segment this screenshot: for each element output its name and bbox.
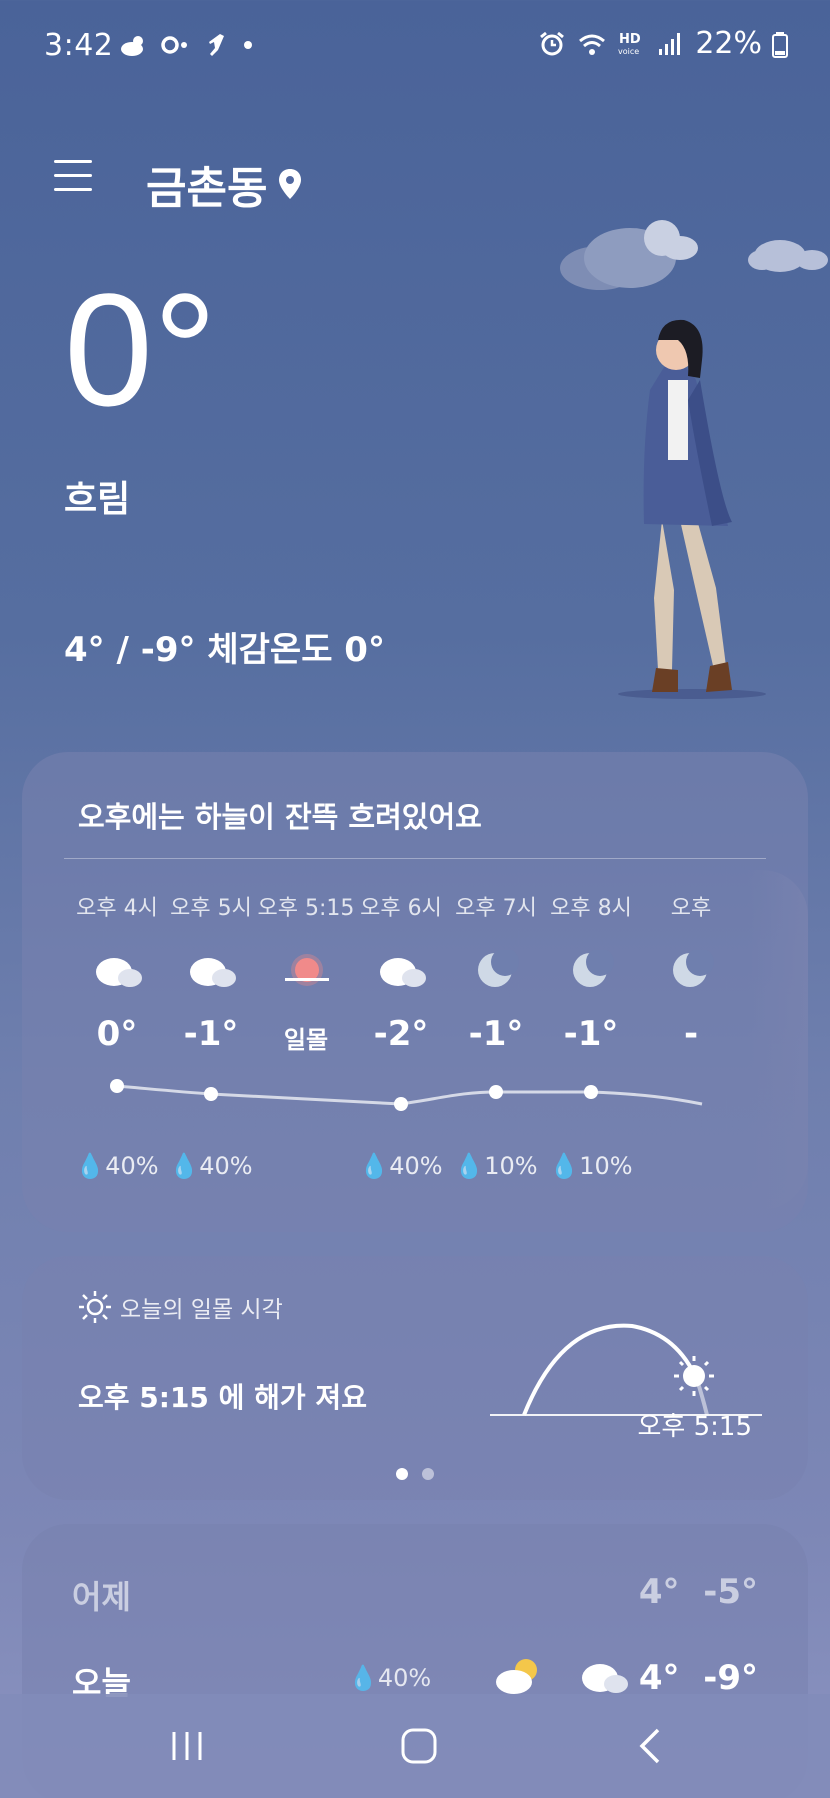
hour-label: 오후 — [670, 896, 712, 921]
alarm-icon — [540, 31, 565, 55]
weather-notification-icon — [121, 36, 143, 56]
hour-temp: -2° — [373, 1014, 429, 1054]
battery-icon — [772, 31, 788, 58]
status-bar: 3:42 HD voice 22% — [0, 0, 830, 90]
hour-temp: - — [683, 1014, 699, 1054]
cloud-icon — [96, 958, 142, 987]
moon-icon — [673, 950, 714, 987]
hour-item: 오후 8시 -1° 💧10% — [536, 870, 646, 1230]
current-condition: 흐림 — [64, 479, 131, 520]
day-temps: 4° -9° — [638, 1658, 758, 1698]
moon-icon — [573, 950, 614, 987]
page-dot-active[interactable] — [396, 1468, 408, 1480]
divider — [64, 858, 766, 859]
page-dot[interactable] — [422, 1468, 434, 1480]
system-icons: HD voice 22% — [537, 26, 788, 61]
hour-rain: 💧10% — [454, 1152, 538, 1180]
runner-notification-icon — [209, 34, 224, 56]
sunset-card[interactable]: 오늘의 일몰 시각 오후 5:15 에 해가 져요 오후 5:15 — [22, 1256, 808, 1500]
more-notifications-dot — [244, 41, 252, 49]
cloud-icon — [380, 958, 426, 987]
sunset-heading: 오늘의 일몰 시각 — [120, 1297, 283, 1323]
weather-illustration — [560, 220, 828, 699]
sunset-label-row: 오늘의 일몰 시각 — [78, 1290, 283, 1324]
partly-cloudy-icon — [496, 1659, 537, 1694]
hour-label: 오후 6시 — [360, 896, 442, 921]
hour-temp: -1° — [563, 1014, 619, 1054]
menu-icon-line — [54, 188, 92, 191]
hour-item: 오후 7시 -1° 💧10% — [441, 870, 551, 1230]
back-icon[interactable] — [626, 1724, 676, 1768]
daily-row-yesterday[interactable]: 어제 4° -5° — [72, 1572, 758, 1622]
sunset-icon — [285, 954, 329, 986]
scroll-fade — [748, 870, 808, 1210]
recent-apps-icon[interactable] — [162, 1724, 212, 1768]
hour-rain: 💧40% — [359, 1152, 443, 1180]
sun-icon — [79, 1291, 111, 1323]
status-time: 3:42 — [44, 28, 114, 63]
hourly-forecast-card[interactable]: 오후에는 하늘이 잔뜩 흐려있어요 오후 4시 0° 💧40% 오후 5시 -1… — [22, 752, 808, 1232]
hd-voice-icon: HDvoice — [618, 32, 641, 56]
sunset-time: 오후 5:15 — [637, 1412, 753, 1442]
notification-icons — [118, 30, 252, 60]
location-name: 금촌동 — [146, 163, 268, 214]
moon-icon — [478, 950, 519, 987]
menu-icon-line — [54, 160, 92, 163]
day-temps: 4° -5° — [638, 1572, 758, 1612]
navigation-bar — [0, 1694, 830, 1798]
cloud-icon — [582, 1664, 628, 1693]
menu-button[interactable] — [54, 160, 92, 196]
svg-text:HD: HD — [619, 32, 641, 47]
day-rain: 💧40% — [348, 1664, 432, 1692]
forecast-summary: 오후에는 하늘이 잔뜩 흐려있어요 — [78, 800, 482, 834]
location-pin-icon — [279, 169, 302, 199]
page-indicator[interactable] — [396, 1468, 434, 1480]
link-notification-icon — [161, 36, 187, 54]
battery-percent: 22% — [695, 26, 762, 61]
sunset-label: 일몰 — [283, 1026, 329, 1054]
location-selector[interactable]: 금촌동 — [146, 152, 303, 216]
day-name: 어제 — [72, 1578, 131, 1616]
hour-item: 오후 - — [636, 870, 746, 1230]
menu-icon-line — [54, 174, 92, 177]
cloud-icon — [190, 958, 236, 987]
current-temperature: 0° — [64, 260, 217, 439]
wifi-icon — [579, 34, 606, 55]
sun-path — [522, 1323, 699, 1416]
svg-text:voice: voice — [618, 47, 639, 56]
hour-rain: 💧10% — [549, 1152, 633, 1180]
sunset-text: 오후 5:15 에 해가 져요 — [78, 1381, 367, 1414]
hour-item: 오후 5:15 일몰 — [251, 870, 361, 1230]
signal-icon — [659, 32, 681, 55]
sun-position-icon — [674, 1356, 714, 1396]
person-illustration — [618, 319, 766, 699]
clouds-illustration — [560, 220, 828, 290]
hour-item: 오후 6시 -2° 💧40% — [346, 870, 456, 1230]
home-icon[interactable] — [394, 1724, 444, 1768]
hi-lo-feels-like: 4° / -9° 체감온도 0° — [64, 630, 385, 670]
hour-item: 오후 5시 -1° 💧40% — [156, 870, 266, 1230]
hour-rain: 💧40% — [169, 1152, 253, 1180]
hour-label: 오후 8시 — [550, 896, 632, 921]
hour-temp: -1° — [183, 1014, 239, 1054]
hourly-list[interactable]: 오후 4시 0° 💧40% 오후 5시 -1° 💧40% 오후 5:15 일몰 … — [22, 870, 808, 1230]
hour-label: 오후 5시 — [170, 896, 252, 921]
hour-label: 오후 7시 — [455, 896, 537, 921]
hour-label: 오후 5:15 — [257, 896, 355, 921]
hour-temp: -1° — [468, 1014, 524, 1054]
